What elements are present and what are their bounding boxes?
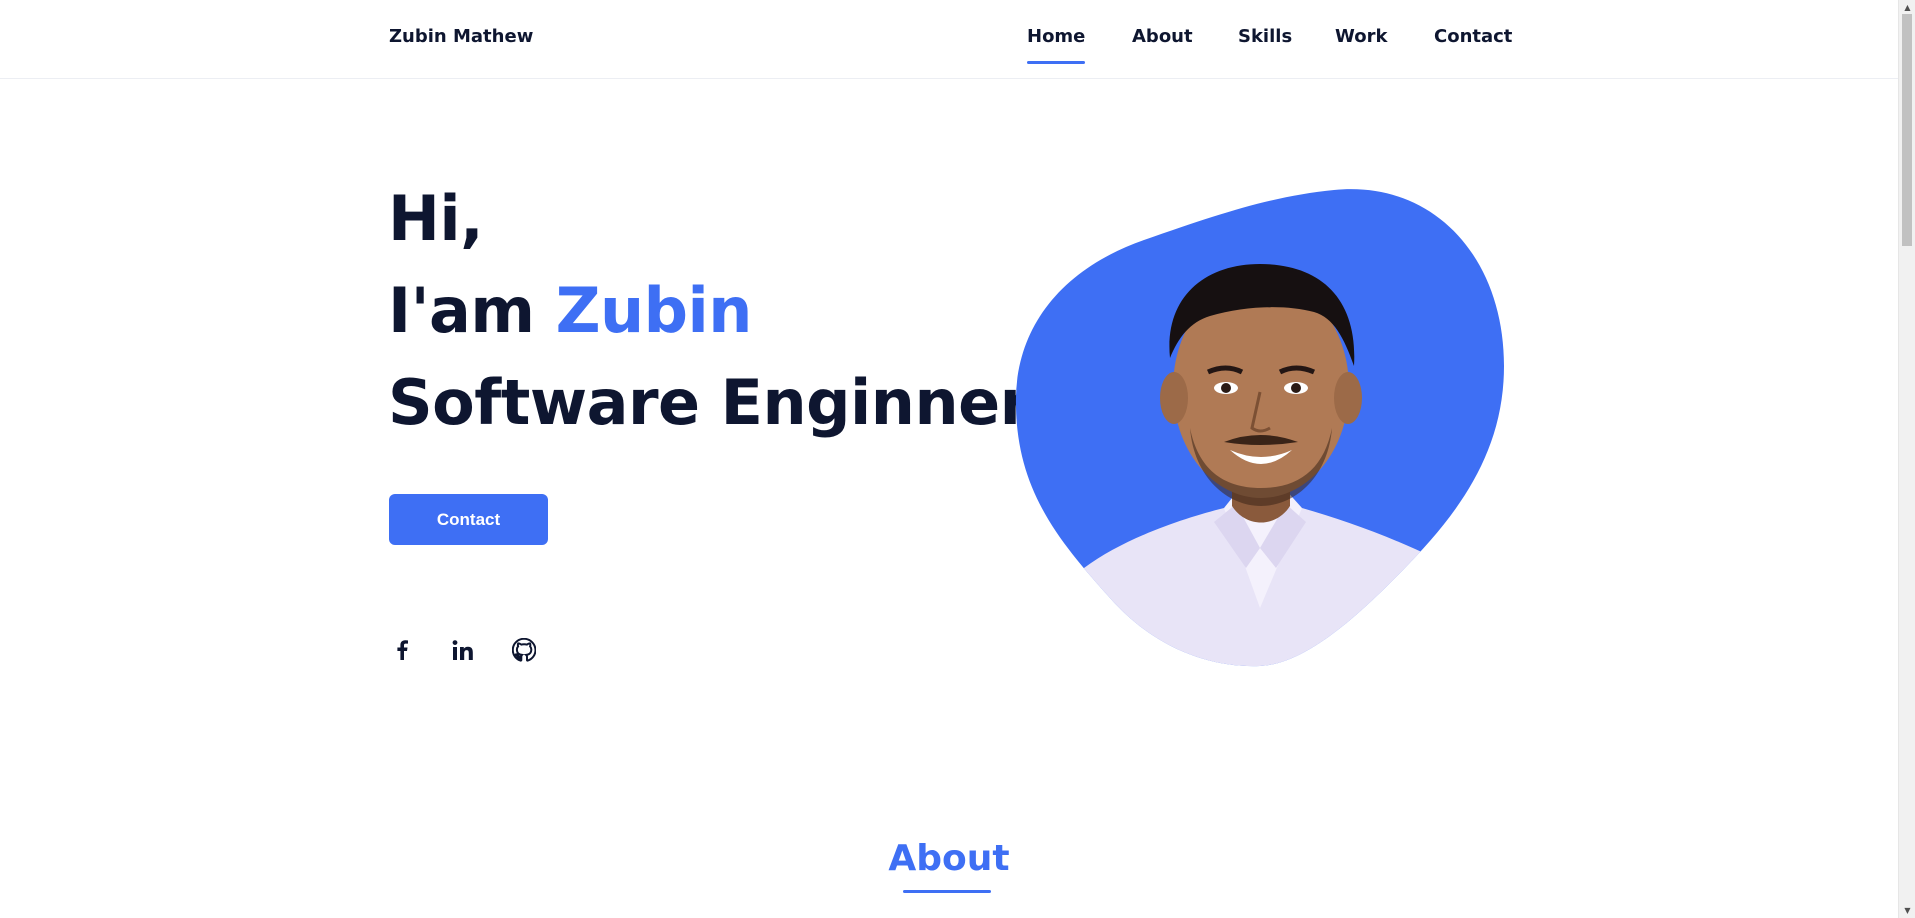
hero-intro: I'am Zubin — [388, 276, 752, 346]
hero-name: Zubin — [555, 274, 753, 347]
about-heading-underline — [903, 890, 991, 893]
nav-item-about[interactable]: About — [1132, 26, 1193, 48]
contact-button[interactable]: Contact — [389, 494, 548, 545]
hero-intro-prefix: I'am — [388, 274, 556, 347]
site-header: Zubin Mathew Home About Skills Work Cont… — [0, 0, 1898, 79]
active-nav-indicator — [1027, 61, 1086, 64]
page-scrollbar[interactable]: ▲ ▼ — [1898, 0, 1915, 918]
nav-item-contact-label: Contact — [1434, 26, 1513, 47]
main-nav: Home About Skills Work Contact — [0, 26, 1898, 66]
nav-item-work-label: Work — [1335, 26, 1388, 47]
hero-greeting: Hi, — [388, 182, 484, 255]
hero-role: Software Enginner — [388, 366, 1030, 439]
nav-item-skills[interactable]: Skills — [1238, 26, 1292, 48]
nav-item-contact[interactable]: Contact — [1434, 26, 1512, 48]
linkedin-icon[interactable] — [450, 637, 476, 663]
scroll-down-icon[interactable]: ▼ — [1903, 906, 1912, 915]
scrollbar-thumb[interactable] — [1902, 14, 1912, 246]
github-icon[interactable] — [511, 637, 537, 663]
nav-item-skills-label: Skills — [1238, 26, 1293, 47]
nav-item-about-label: About — [1132, 26, 1193, 47]
nav-item-home[interactable]: Home — [1027, 26, 1086, 64]
about-heading: About — [888, 838, 1010, 879]
nav-item-work[interactable]: Work — [1335, 26, 1387, 48]
profile-image — [1014, 188, 1506, 668]
facebook-icon[interactable] — [389, 637, 415, 663]
scroll-up-icon[interactable]: ▲ — [1903, 3, 1912, 12]
nav-item-home-label: Home — [1027, 26, 1086, 47]
